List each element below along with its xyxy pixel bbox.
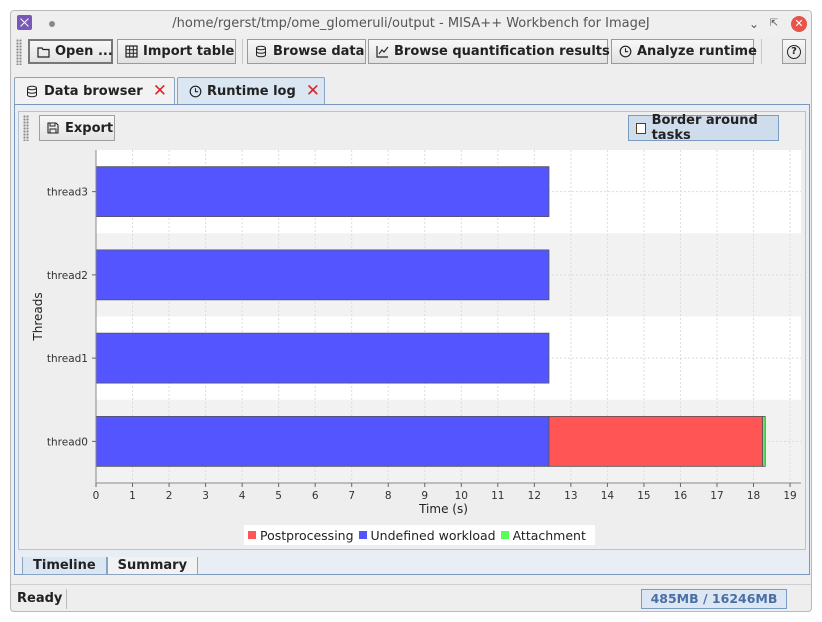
toolbar-grip[interactable]	[16, 39, 22, 65]
toolbar-separator	[242, 39, 243, 64]
minimize-icon[interactable]: ⌄	[746, 16, 762, 32]
database-icon	[25, 84, 39, 98]
toolbar-grip[interactable]	[23, 115, 29, 141]
x-tick-label: 0	[93, 490, 100, 502]
tab-runtime-log-label: Runtime log	[207, 83, 296, 99]
main-toolbar: Open ... Import table Browse data Browse…	[11, 36, 811, 68]
folder-icon	[36, 45, 50, 59]
memory-indicator[interactable]: 485MB / 16246MB	[641, 589, 787, 609]
save-icon	[46, 121, 60, 135]
close-tab-icon[interactable]: ✕	[306, 82, 320, 100]
tab-data-browser-label: Data browser	[44, 83, 143, 99]
x-tick-label: 9	[421, 490, 428, 502]
x-tick-label: 2	[166, 490, 173, 502]
browse-data-label: Browse data	[273, 44, 365, 59]
x-tick-label: 3	[202, 490, 209, 502]
legend-swatch	[358, 531, 367, 539]
y-tick-label: thread1	[47, 353, 88, 365]
legend-item: Undefined workload	[358, 527, 496, 543]
y-axis-label: Threads	[31, 292, 45, 341]
analyze-runtime-label: Analyze runtime	[637, 44, 757, 59]
checkbox-icon	[636, 122, 646, 134]
border-around-tasks-toggle[interactable]: Border around tasks	[628, 113, 779, 143]
help-button[interactable]: ?	[782, 39, 806, 64]
task-bar	[95, 332, 550, 384]
subtab-timeline[interactable]: Timeline	[22, 557, 107, 575]
x-tick-label: 8	[385, 490, 392, 502]
task-bar	[95, 166, 550, 218]
tab-runtime-log[interactable]: Runtime log ✕	[177, 77, 325, 104]
legend-label: Undefined workload	[370, 527, 496, 543]
x-tick-label: 4	[239, 490, 246, 502]
legend-swatch	[500, 531, 509, 539]
runtime-log-panel: Export Border around tasks 0 1 2 3 4 5 6 7 8 9 10 1…	[14, 104, 810, 575]
runtime-timeline-chart: 0 1 2 3 4 5 6 7 8 9 10 11 12 13 14 15 16 17 18 19thread3thr…	[31, 150, 801, 516]
subtab-summary[interactable]: Summary	[106, 557, 199, 575]
x-tick-label: 13	[564, 490, 577, 502]
timeline-panel: Export Border around tasks 0 1 2 3 4 5 6 7 8 9 10 1…	[18, 111, 806, 575]
x-tick-label: 12	[528, 490, 541, 502]
border-around-tasks-label: Border around tasks	[651, 113, 758, 143]
browse-quantification-label: Browse quantification results	[394, 44, 610, 59]
legend-item: Attachment	[500, 527, 586, 543]
database-icon	[254, 45, 268, 59]
legend-label: Postprocessing	[260, 527, 354, 543]
task-bar	[548, 415, 764, 467]
import-table-label: Import table	[143, 44, 235, 59]
tab-data-browser[interactable]: Data browser ✕	[14, 77, 175, 104]
browse-data-button[interactable]: Browse data	[247, 39, 366, 64]
y-tick-label: thread0	[47, 436, 88, 448]
x-tick-label: 19	[783, 490, 796, 502]
open-button[interactable]: Open ...	[28, 39, 113, 64]
x-axis-label: Time (s)	[418, 502, 468, 516]
y-tick-label: thread2	[47, 270, 88, 282]
status-bar: Ready 485MB / 16246MB	[11, 584, 811, 611]
status-text: Ready	[17, 591, 63, 606]
analyze-runtime-button[interactable]: Analyze runtime	[611, 39, 757, 64]
browse-quantification-button[interactable]: Browse quantification results	[368, 39, 610, 64]
legend-label: Attachment	[512, 527, 586, 543]
view-subtabs: Timeline Summary	[22, 557, 199, 575]
table-icon	[124, 45, 138, 59]
clock-icon	[188, 84, 202, 98]
x-tick-label: 15	[637, 490, 650, 502]
x-tick-label: 10	[455, 490, 468, 502]
toolbar-separator	[761, 39, 762, 64]
chart-line-icon	[375, 45, 389, 59]
task-bar	[95, 249, 550, 301]
x-tick-label: 16	[674, 490, 688, 502]
legend-item: Postprocessing	[248, 528, 354, 543]
main-window: /home/rgerst/tmp/ome_glomeruli/output - …	[10, 10, 812, 612]
x-tick-label: 5	[275, 490, 282, 502]
x-tick-label: 6	[312, 490, 319, 502]
window-title: /home/rgerst/tmp/ome_glomeruli/output - …	[172, 16, 650, 31]
y-tick-label: thread3	[47, 187, 88, 199]
open-label: Open ...	[55, 44, 113, 59]
close-icon[interactable]: ✕	[791, 16, 807, 32]
x-tick-label: 7	[348, 490, 355, 502]
import-table-button[interactable]: Import table	[117, 39, 236, 64]
x-tick-label: 14	[601, 490, 615, 502]
title-bar: /home/rgerst/tmp/ome_glomeruli/output - …	[11, 11, 811, 36]
clock-icon	[618, 45, 632, 59]
help-icon: ?	[787, 44, 801, 59]
status-divider	[66, 589, 67, 609]
export-label: Export	[65, 120, 114, 136]
close-tab-icon[interactable]: ✕	[153, 82, 167, 100]
chart-legend: Postprocessing Undefined workload Attachme…	[244, 525, 595, 545]
export-button[interactable]: Export	[39, 115, 115, 141]
maximize-icon[interactable]: ⇱	[766, 16, 782, 32]
x-tick-label: 1	[129, 490, 136, 502]
x-tick-label: 17	[710, 490, 723, 502]
task-bar	[95, 415, 550, 467]
task-bar	[762, 415, 766, 467]
x-tick-label: 18	[747, 490, 760, 502]
x-tick-label: 11	[491, 490, 504, 502]
legend-swatch	[248, 531, 256, 539]
